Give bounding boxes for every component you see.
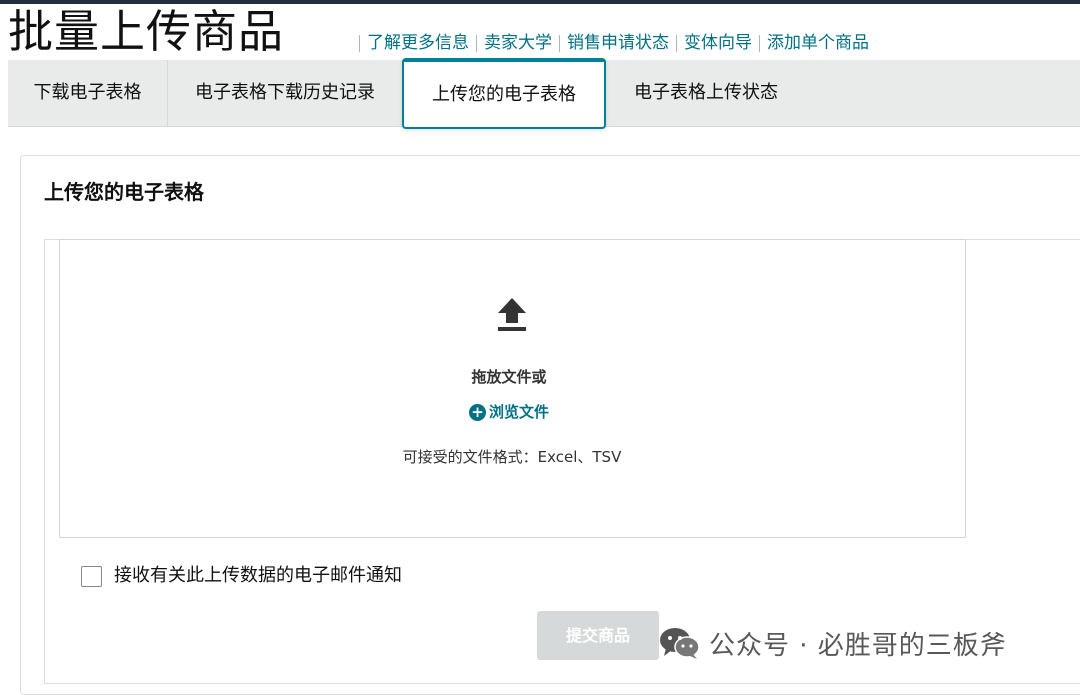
drag-drop-text: 拖放文件或: [471, 368, 547, 386]
email-notification-label: 接收有关此上传数据的电子邮件通知: [114, 565, 402, 586]
wechat-icon: [660, 628, 700, 659]
tab-download-spreadsheet[interactable]: 下载电子表格: [8, 60, 168, 126]
header-links: 了解更多信息 卖家大学 销售申请状态 变体向导 添加单个商品: [352, 31, 869, 55]
link-learn-more[interactable]: 了解更多信息: [367, 31, 469, 55]
tab-upload-spreadsheet[interactable]: 上传您的电子表格: [402, 58, 606, 129]
accepted-formats-text: 可接受的文件格式：Excel、TSV: [402, 448, 622, 466]
link-separator: [759, 34, 760, 52]
link-separator: [359, 34, 360, 52]
browse-files-link[interactable]: + 浏览文件: [469, 400, 549, 424]
browse-files-label: 浏览文件: [489, 403, 550, 421]
upload-icon: [498, 298, 526, 331]
link-separator: [676, 34, 677, 52]
watermark: 公众号 · 必胜哥的三板斧: [659, 620, 1007, 666]
tab-download-history[interactable]: 电子表格下载历史记录: [168, 60, 402, 126]
tab-upload-status[interactable]: 电子表格上传状态: [606, 60, 806, 126]
link-separator: [559, 34, 560, 52]
link-seller-university[interactable]: 卖家大学: [484, 31, 552, 55]
link-separator: [476, 34, 477, 52]
link-add-single-product[interactable]: 添加单个商品: [767, 31, 869, 55]
link-variation-wizard[interactable]: 变体向导: [684, 31, 752, 55]
section-title: 上传您的电子表格: [44, 180, 204, 204]
tab-bar: 下载电子表格 电子表格下载历史记录 上传您的电子表格 电子表格上传状态: [8, 58, 1080, 129]
page-title: 批量上传商品: [8, 5, 285, 58]
email-notification-checkbox[interactable]: [81, 566, 102, 587]
file-dropzone[interactable]: [59, 239, 966, 538]
watermark-text: 公众号 · 必胜哥的三板斧: [709, 630, 1007, 661]
link-selling-application-status[interactable]: 销售申请状态: [567, 31, 669, 55]
plus-circle-icon: +: [469, 403, 486, 421]
submit-products-button[interactable]: 提交商品: [537, 611, 659, 660]
